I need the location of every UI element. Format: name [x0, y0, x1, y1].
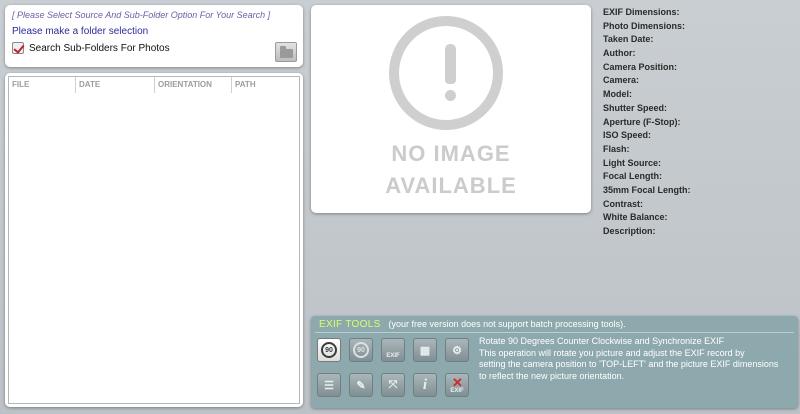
source-panel: [ Please Select Source And Sub-Folder Op… [5, 5, 303, 67]
no-image-placeholder: NO IMAGE AVAILABLE [311, 5, 591, 213]
exif-field: Taken Date: [603, 34, 654, 45]
tool-description-title: Rotate 90 Degrees Counter Clockwise and … [479, 336, 725, 346]
file-list-header: FILE DATE ORIENTATION PATH [9, 77, 299, 93]
exif-field: White Balance: [603, 212, 668, 223]
tool-description-line: to reflect the new picture orientation. [479, 370, 625, 381]
rotate-ccw-icon: 90 [321, 342, 337, 358]
exif-field: Model: [603, 89, 632, 100]
exif-field: Author: [603, 48, 636, 59]
no-image-line1: NO IMAGE [391, 141, 511, 166]
exif-field: Light Source: [603, 157, 661, 168]
exif-field: Contrast: [603, 198, 643, 209]
exif-field: Flash: [603, 143, 630, 154]
sync-exif-button[interactable]: EXIF [381, 338, 405, 362]
pen-icon: ✎ [356, 379, 366, 392]
exif-field: Photo Dimensions: [603, 20, 686, 31]
camera-settings-icon: ⚙ [452, 344, 462, 357]
stack-icon: ☰ [324, 379, 334, 392]
search-subfolders-option[interactable]: Search Sub-Folders For Photos [12, 42, 296, 54]
exif-field: Camera: [603, 75, 640, 86]
exif-field: Aperture (F-Stop): [603, 116, 681, 127]
calendar-icon: ▦ [419, 344, 431, 357]
column-header-date[interactable]: DATE [76, 77, 155, 93]
image-preview-panel: NO IMAGE AVAILABLE [311, 5, 591, 213]
rotate-ccw-button[interactable]: 90 [317, 338, 341, 362]
column-header-path[interactable]: PATH [232, 77, 299, 93]
rotate-cw-icon: 90 [353, 342, 369, 358]
delete-icon: ✕ [452, 375, 463, 390]
file-list-panel: FILE DATE ORIENTATION PATH [5, 73, 303, 407]
info-icon: i [422, 376, 428, 393]
source-hint: [ Please Select Source And Sub-Folder Op… [12, 10, 271, 20]
calendar-button[interactable]: ▦ [413, 338, 437, 362]
tool-description: Rotate 90 Degrees Counter Clockwise and … [479, 336, 791, 382]
exclamation-icon [389, 16, 503, 130]
browse-folder-button[interactable] [275, 42, 297, 62]
fullscreen-button[interactable]: ⤧ [381, 373, 405, 397]
search-subfolders-label: Search Sub-Folders For Photos [29, 42, 170, 54]
no-image-line2: AVAILABLE [385, 173, 517, 198]
tool-description-line: setting the camera position to 'TOP-LEFT… [479, 359, 779, 369]
exif-tools-title: EXIF TOOLS [319, 318, 381, 330]
edit-button[interactable]: ✎ [349, 373, 373, 397]
tool-description-line: This operation will rotate you picture a… [479, 347, 745, 358]
search-subfolders-checkbox[interactable] [12, 42, 24, 54]
exif-field: Shutter Speed: [603, 102, 668, 113]
exif-tools-header: EXIF TOOLS (your free version does not s… [311, 316, 798, 332]
exif-field: Description: [603, 226, 656, 236]
column-header-file[interactable]: FILE [9, 77, 76, 93]
exif-sync-icon: EXIF [386, 353, 400, 359]
exif-field: EXIF Dimensions: [603, 7, 680, 17]
divider [315, 332, 794, 333]
file-list[interactable]: FILE DATE ORIENTATION PATH [8, 76, 300, 404]
expand-icon: ⤧ [388, 378, 398, 391]
exif-field-list: EXIF Dimensions: Photo Dimensions: Taken… [603, 6, 793, 239]
rotate-cw-button[interactable]: 90 [349, 338, 373, 362]
camera-settings-button[interactable]: ⚙ [445, 338, 469, 362]
folder-selection-warning: Please make a folder selection [12, 26, 149, 37]
exif-tools-panel: EXIF TOOLS (your free version does not s… [311, 316, 798, 408]
exif-field: 35mm Focal Length: [603, 184, 691, 195]
column-header-orientation[interactable]: ORIENTATION [155, 77, 232, 93]
exif-field: ISO Speed: [603, 130, 652, 141]
folder-icon [280, 46, 293, 58]
delete-exif-button[interactable]: ✕ EXIF [445, 373, 469, 397]
batch-list-button[interactable]: ☰ [317, 373, 341, 397]
info-button[interactable]: i [413, 373, 437, 397]
exif-tools-note: (your free version does not support batc… [388, 319, 626, 329]
exif-field: Camera Position: [603, 61, 678, 72]
exif-field: Focal Length: [603, 171, 662, 182]
